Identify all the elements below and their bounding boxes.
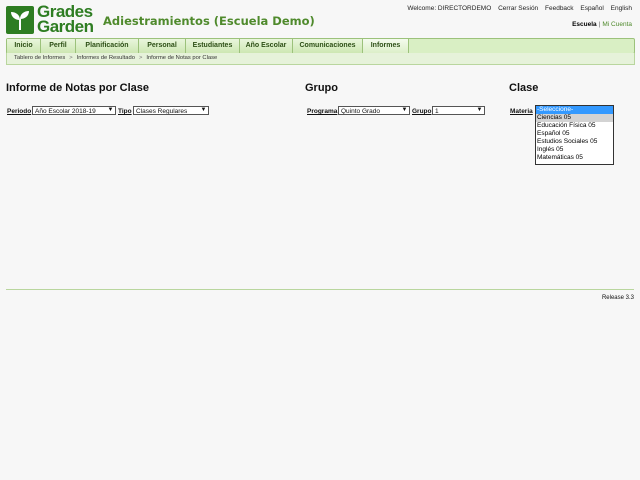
nav-estudiantes[interactable]: Estudiantes (186, 39, 240, 53)
chevron-down-icon: ▼ (401, 107, 408, 113)
group-title: Grupo (305, 82, 338, 94)
nav-inicio[interactable]: Inicio (7, 39, 41, 53)
breadcrumb-current: Informe de Notas por Clase (146, 55, 218, 61)
subject-option[interactable]: Educación Física 05 (536, 122, 613, 130)
group-select[interactable]: 1 ▼ (432, 106, 485, 115)
subject-listbox[interactable]: -Seleccione- Ciencias 05 Educación Físic… (535, 105, 614, 165)
program-label: Programa (307, 108, 338, 115)
class-title: Clase (509, 82, 539, 94)
nav-personal[interactable]: Personal (139, 39, 186, 53)
welcome-text: Welcome: DIRECTORDEMO (407, 5, 492, 12)
report-title: Informe de Notas por Clase (6, 82, 150, 94)
chevron-down-icon: ▼ (200, 107, 207, 113)
header: Grades Garden Adiestramientos (Escuela D… (0, 0, 640, 36)
school-name: Adiestramientos (Escuela Demo) (103, 14, 315, 28)
group-select-value: 1 (435, 108, 439, 115)
footer-divider (6, 289, 634, 290)
period-select-value: Año Escolar 2018-19 (35, 108, 96, 115)
nav-perfil[interactable]: Perfil (41, 39, 76, 53)
subject-option[interactable]: Español 05 (536, 130, 613, 138)
period-label: Periodo (7, 108, 32, 115)
period-select[interactable]: Año Escolar 2018-19 ▼ (32, 106, 116, 115)
subject-option[interactable]: Estudios Sociales 05 (536, 138, 613, 146)
logo-line-2: Garden (37, 17, 94, 36)
nav-comunicaciones[interactable]: Comunicaciones (293, 39, 363, 53)
subject-option[interactable]: Ciencias 05 (536, 114, 613, 122)
subject-option[interactable]: -Seleccione- (536, 106, 613, 114)
sprout-logo-icon (6, 6, 34, 34)
feedback-link[interactable]: Feedback (545, 5, 574, 12)
type-label: Tipo (118, 108, 132, 115)
nav-informes[interactable]: Informes (363, 39, 409, 53)
release-text: Release 3.3 (601, 295, 634, 301)
breadcrumb-separator: > (69, 55, 73, 61)
program-select-value: Quinto Grado (341, 108, 381, 115)
nav-planificacion[interactable]: Planificación (76, 39, 139, 53)
subject-option[interactable]: Inglés 05 (536, 146, 613, 154)
subject-option[interactable]: Matemáticas 05 (536, 154, 613, 162)
chevron-down-icon: ▼ (107, 107, 114, 113)
breadcrumb-separator: > (138, 55, 143, 61)
main-nav: Inicio Perfil Planificación Personal Est… (6, 38, 635, 54)
spanish-link[interactable]: Español (580, 5, 604, 12)
breadcrumb-reports-dashboard[interactable]: Tablero de Informes (14, 55, 65, 61)
subject-label: Materia (510, 108, 533, 115)
chevron-down-icon: ▼ (476, 107, 483, 113)
logo-text: Grades Garden (37, 3, 94, 36)
school-switch: Escuela | Mi Cuenta (572, 21, 632, 28)
english-link[interactable]: English (611, 5, 632, 12)
nav-ano-escolar[interactable]: Año Escolar (240, 39, 293, 53)
school-link[interactable]: Escuela (572, 21, 597, 28)
grades-garden-logo[interactable]: Grades Garden (6, 3, 94, 36)
logout-link[interactable]: Cerrar Sesión (498, 5, 538, 12)
school-switch-separator: | (598, 21, 601, 28)
type-select-value: Clases Regulares (136, 108, 188, 115)
type-select[interactable]: Clases Regulares ▼ (133, 106, 209, 115)
breadcrumb-result-reports[interactable]: Informes de Resultado (77, 55, 135, 61)
breadcrumb: Tablero de Informes > Informes de Resultad… (6, 53, 635, 65)
top-links: Welcome: DIRECTORDEMO Cerrar Sesión Feed… (402, 5, 632, 12)
program-select[interactable]: Quinto Grado ▼ (338, 106, 410, 115)
my-account-link[interactable]: Mi Cuenta (602, 21, 632, 28)
group-label: Grupo (412, 108, 432, 115)
